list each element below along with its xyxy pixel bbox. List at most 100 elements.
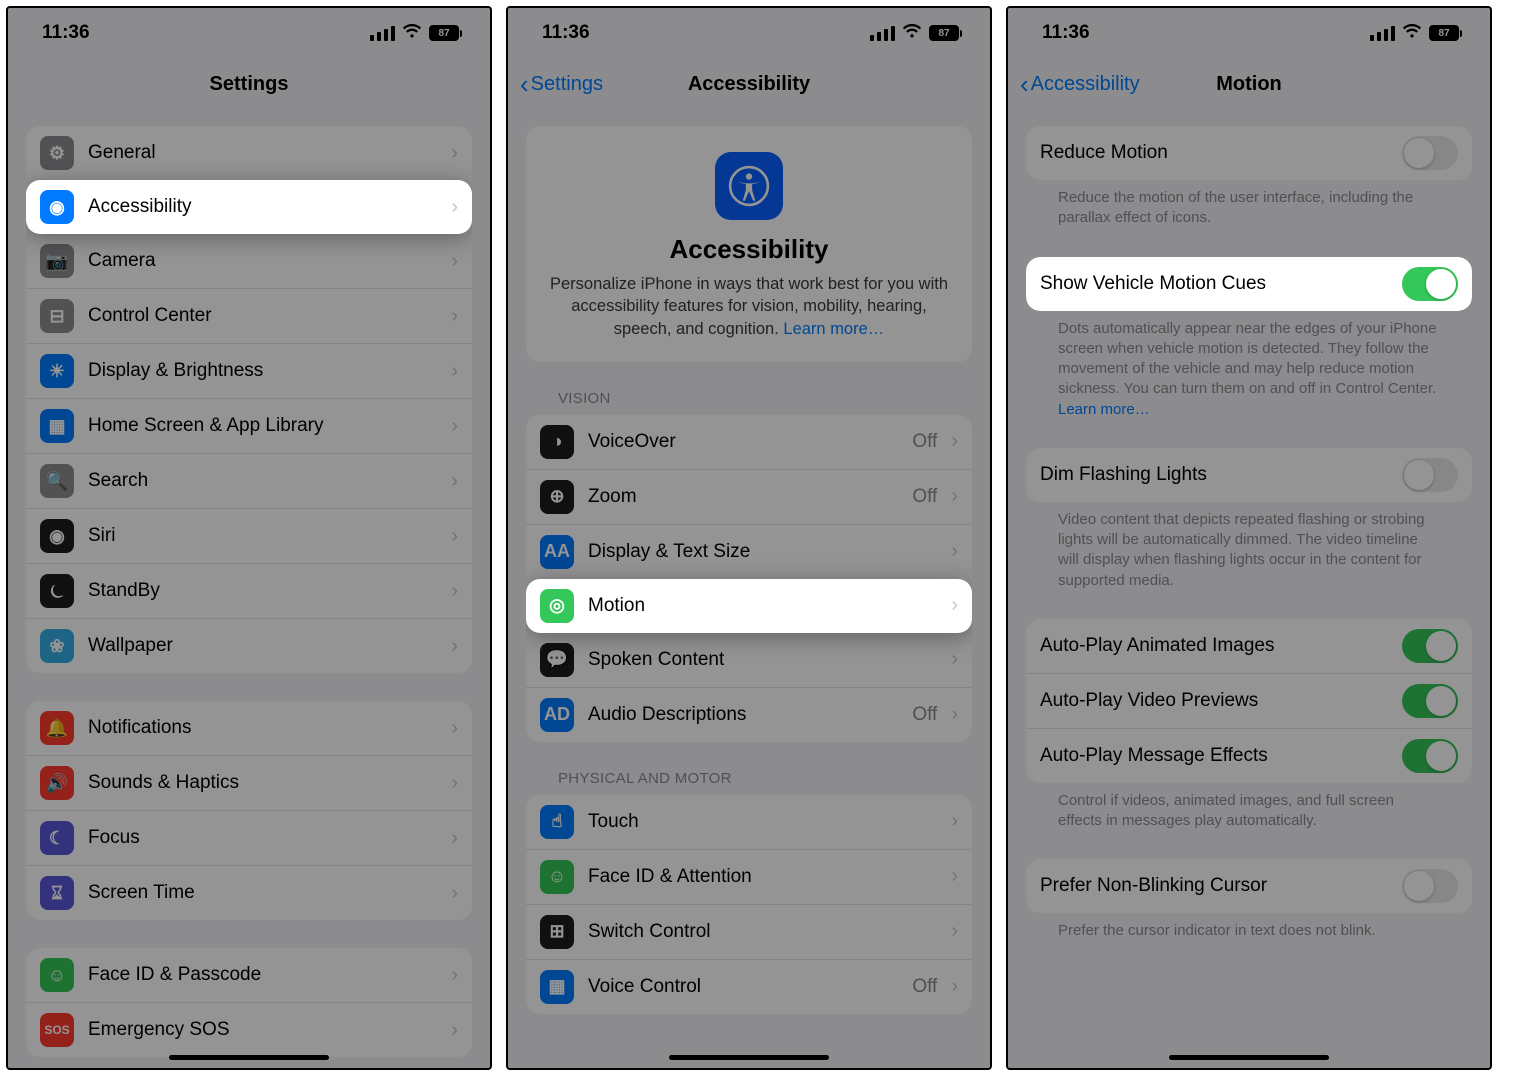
screen-motion: 11:36 87 ‹ Accessibility Motion Reduce M… [1006,6,1492,1070]
row-emergency-sos[interactable]: SOSEmergency SOS› [26,1002,472,1057]
row-wallpaper[interactable]: ❀Wallpaper› [26,618,472,673]
home-indicator[interactable] [1169,1055,1329,1060]
hero-text: Personalize iPhone in ways that work bes… [548,273,950,340]
screen-settings: 11:36 87 Settings ⚙︎General›◉Accessibili… [6,6,492,1070]
row-label: Show Vehicle Motion Cues [1040,273,1388,295]
row-auto-play-message-effects[interactable]: Auto-Play Message Effects [1026,728,1472,783]
row-label: Auto-Play Animated Images [1040,635,1388,657]
toggle-group: Show Vehicle Motion Cues [1026,257,1472,311]
row-label: General [88,142,437,164]
row-auto-play-animated-images[interactable]: Auto-Play Animated Images [1026,619,1472,673]
learn-more-link[interactable]: Learn more… [1058,401,1150,418]
row-label: Notifications [88,717,437,739]
row-accessibility[interactable]: ◉Accessibility› [26,180,472,234]
chevron-right-icon: › [951,975,958,998]
faceatt-icon: ☺︎ [540,860,574,894]
sound-icon: 🔊 [40,766,74,800]
row-label: Motion [588,595,937,617]
chevron-right-icon: › [951,703,958,726]
row-standby[interactable]: ⏾StandBy› [26,563,472,618]
row-motion[interactable]: ◎Motion› [526,579,972,633]
page-title: Accessibility [508,73,990,96]
row-screen-time[interactable]: ⌛︎Screen Time› [26,865,472,920]
row-voiceover[interactable]: ◑VoiceOverOff› [526,415,972,469]
row-focus[interactable]: ☾Focus› [26,810,472,865]
toggle-switch[interactable] [1402,458,1458,492]
row-sounds-haptics[interactable]: 🔊Sounds & Haptics› [26,755,472,810]
row-voice-control[interactable]: ▦Voice ControlOff› [526,959,972,1014]
toggle-group: Reduce Motion [1026,126,1472,180]
footer-text: Prefer the cursor indicator in text does… [1026,913,1472,941]
toggle-switch[interactable] [1402,136,1458,170]
row-spoken-content[interactable]: 💬Spoken Content› [526,633,972,687]
row-label: Display & Brightness [88,360,437,382]
spoken-icon: 💬 [540,643,574,677]
row-touch[interactable]: ☝︎Touch› [526,795,972,849]
nav-bar: ‹ Accessibility Motion [1008,58,1490,110]
faceid-icon: ☺︎ [40,958,74,992]
home-indicator[interactable] [169,1055,329,1060]
row-label: VoiceOver [588,431,898,453]
battery-icon: 87 [429,25,462,41]
toggle-switch[interactable] [1402,684,1458,718]
row-audio-descriptions[interactable]: ADAudio DescriptionsOff› [526,687,972,742]
screentime-icon: ⌛︎ [40,876,74,910]
row-face-id-passcode[interactable]: ☺︎Face ID & Passcode› [26,948,472,1002]
row-detail: Off [912,431,937,453]
toggle-group: Prefer Non-Blinking Cursor [1026,859,1472,913]
row-label: Audio Descriptions [588,704,898,726]
row-label: Voice Control [588,976,898,998]
toggle-switch[interactable] [1402,267,1458,301]
row-notifications[interactable]: 🔔Notifications› [26,701,472,755]
learn-more-link[interactable]: Learn more… [783,320,884,338]
row-display-text-size[interactable]: AADisplay & Text Size› [526,524,972,579]
row-siri[interactable]: ◉Siri› [26,508,472,563]
home-icon: ▦ [40,409,74,443]
cellular-icon [370,26,395,41]
row-label: Reduce Motion [1040,142,1388,164]
row-camera[interactable]: 📷Camera› [26,234,472,288]
row-label: Switch Control [588,921,937,943]
chevron-right-icon: › [451,415,458,438]
standby-icon: ⏾ [40,574,74,608]
row-label: Emergency SOS [88,1019,437,1041]
row-face-id-attention[interactable]: ☺︎Face ID & Attention› [526,849,972,904]
row-home-screen-app-library[interactable]: ▦Home Screen & App Library› [26,398,472,453]
row-switch-control[interactable]: ⊞Switch Control› [526,904,972,959]
row-show-vehicle-motion-cues[interactable]: Show Vehicle Motion Cues [1026,257,1472,311]
row-reduce-motion[interactable]: Reduce Motion [1026,126,1472,180]
nav-bar: Settings [8,58,490,110]
home-indicator[interactable] [669,1055,829,1060]
toggle-switch[interactable] [1402,869,1458,903]
row-search[interactable]: 🔍Search› [26,453,472,508]
chevron-right-icon: › [451,525,458,548]
cellular-icon [870,26,895,41]
toggle-switch[interactable] [1402,739,1458,773]
row-label: Dim Flashing Lights [1040,464,1388,486]
row-auto-play-video-previews[interactable]: Auto-Play Video Previews [1026,673,1472,728]
chevron-right-icon: › [951,865,958,888]
row-label: Display & Text Size [588,541,937,563]
row-label: Control Center [88,305,437,327]
status-bar: 11:36 87 [1008,8,1490,58]
row-label: Face ID & Passcode [88,964,437,986]
nav-bar: ‹ Settings Accessibility [508,58,990,110]
row-control-center[interactable]: ⊟Control Center› [26,288,472,343]
row-prefer-non-blinking-cursor[interactable]: Prefer Non-Blinking Cursor [1026,859,1472,913]
row-dim-flashing-lights[interactable]: Dim Flashing Lights [1026,448,1472,502]
chevron-right-icon: › [951,485,958,508]
chevron-right-icon: › [951,594,958,617]
status-time: 11:36 [1042,22,1090,44]
chevron-right-icon: › [451,772,458,795]
row-zoom[interactable]: ⊕ZoomOff› [526,469,972,524]
hero-title: Accessibility [548,234,950,265]
gear-icon: ⚙︎ [40,136,74,170]
row-general[interactable]: ⚙︎General› [26,126,472,180]
row-detail: Off [912,486,937,508]
chevron-right-icon: › [451,580,458,603]
toggle-switch[interactable] [1402,629,1458,663]
row-display-brightness[interactable]: ☀︎Display & Brightness› [26,343,472,398]
chevron-right-icon: › [451,717,458,740]
page-title: Motion [1008,73,1490,96]
chevron-right-icon: › [451,470,458,493]
